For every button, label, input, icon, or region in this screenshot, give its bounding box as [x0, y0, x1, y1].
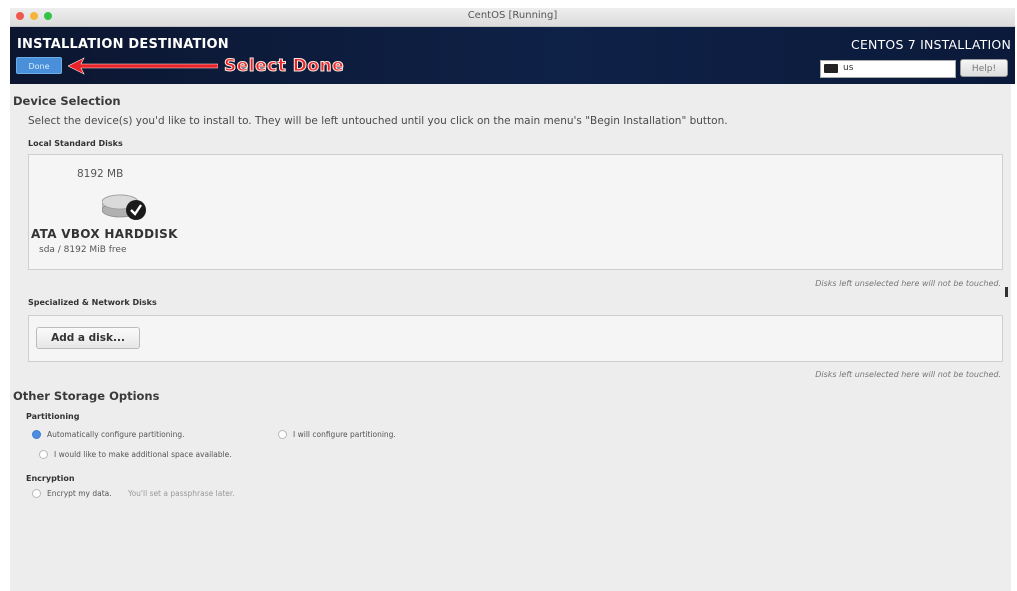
- network-disks-label: Specialized & Network Disks: [28, 298, 157, 307]
- annotation-label: Select Done: [223, 56, 345, 77]
- additional-space-label[interactable]: I would like to make additional space av…: [54, 450, 232, 459]
- additional-space-checkbox[interactable]: [39, 450, 48, 459]
- local-disks-panel: 8192 MB ATA VBOX HARDDISK sda / 8192 MiB…: [28, 154, 1003, 270]
- manual-partition-radio[interactable]: [278, 430, 287, 439]
- network-disks-panel: Add a disk...: [28, 315, 1003, 362]
- auto-partition-radio[interactable]: [32, 430, 41, 439]
- window-titlebar: CentOS [Running]: [10, 8, 1015, 27]
- disk-size: 8192 MB: [77, 168, 124, 180]
- encryption-label: Encryption: [26, 474, 75, 483]
- help-button[interactable]: Help!: [960, 59, 1008, 77]
- add-disk-button[interactable]: Add a disk...: [36, 327, 140, 349]
- device-selection-heading: Device Selection: [13, 94, 121, 108]
- storage-options-heading: Other Storage Options: [13, 389, 160, 403]
- annotation-arrow-icon: [68, 57, 218, 75]
- encrypt-label[interactable]: Encrypt my data.: [47, 489, 112, 498]
- device-selection-description: Select the device(s) you'd like to insta…: [28, 115, 728, 127]
- auto-partition-label[interactable]: Automatically configure partitioning.: [47, 430, 184, 439]
- disk-tile-sda[interactable]: 8192 MB ATA VBOX HARDDISK sda / 8192 MiB…: [29, 155, 219, 267]
- scrollbar[interactable]: [1005, 287, 1008, 297]
- keyboard-icon: [824, 64, 838, 73]
- local-disks-label: Local Standard Disks: [28, 139, 123, 148]
- local-disks-note: Disks left unselected here will not be t…: [815, 279, 1001, 288]
- done-button[interactable]: Done: [16, 57, 62, 74]
- network-disks-note: Disks left unselected here will not be t…: [815, 370, 1001, 379]
- encrypt-hint: You'll set a passphrase later.: [128, 489, 235, 498]
- manual-partition-label[interactable]: I will configure partitioning.: [293, 430, 396, 439]
- disk-free-space: sda / 8192 MiB free: [39, 245, 127, 255]
- partitioning-label: Partitioning: [26, 412, 80, 421]
- window-title: CentOS [Running]: [467, 10, 558, 21]
- encrypt-checkbox[interactable]: [32, 489, 41, 498]
- hard-disk-icon: [102, 194, 146, 220]
- keyboard-layout-label: us: [843, 63, 854, 73]
- page-title: INSTALLATION DESTINATION: [17, 37, 229, 52]
- keyboard-layout-indicator[interactable]: us: [820, 60, 956, 78]
- installer-header: INSTALLATION DESTINATION Done Select Don…: [10, 27, 1015, 84]
- main-content: Device Selection Select the device(s) yo…: [10, 84, 1011, 591]
- disk-name: ATA VBOX HARDDISK: [31, 227, 178, 241]
- product-title: CENTOS 7 INSTALLATION: [851, 37, 1011, 52]
